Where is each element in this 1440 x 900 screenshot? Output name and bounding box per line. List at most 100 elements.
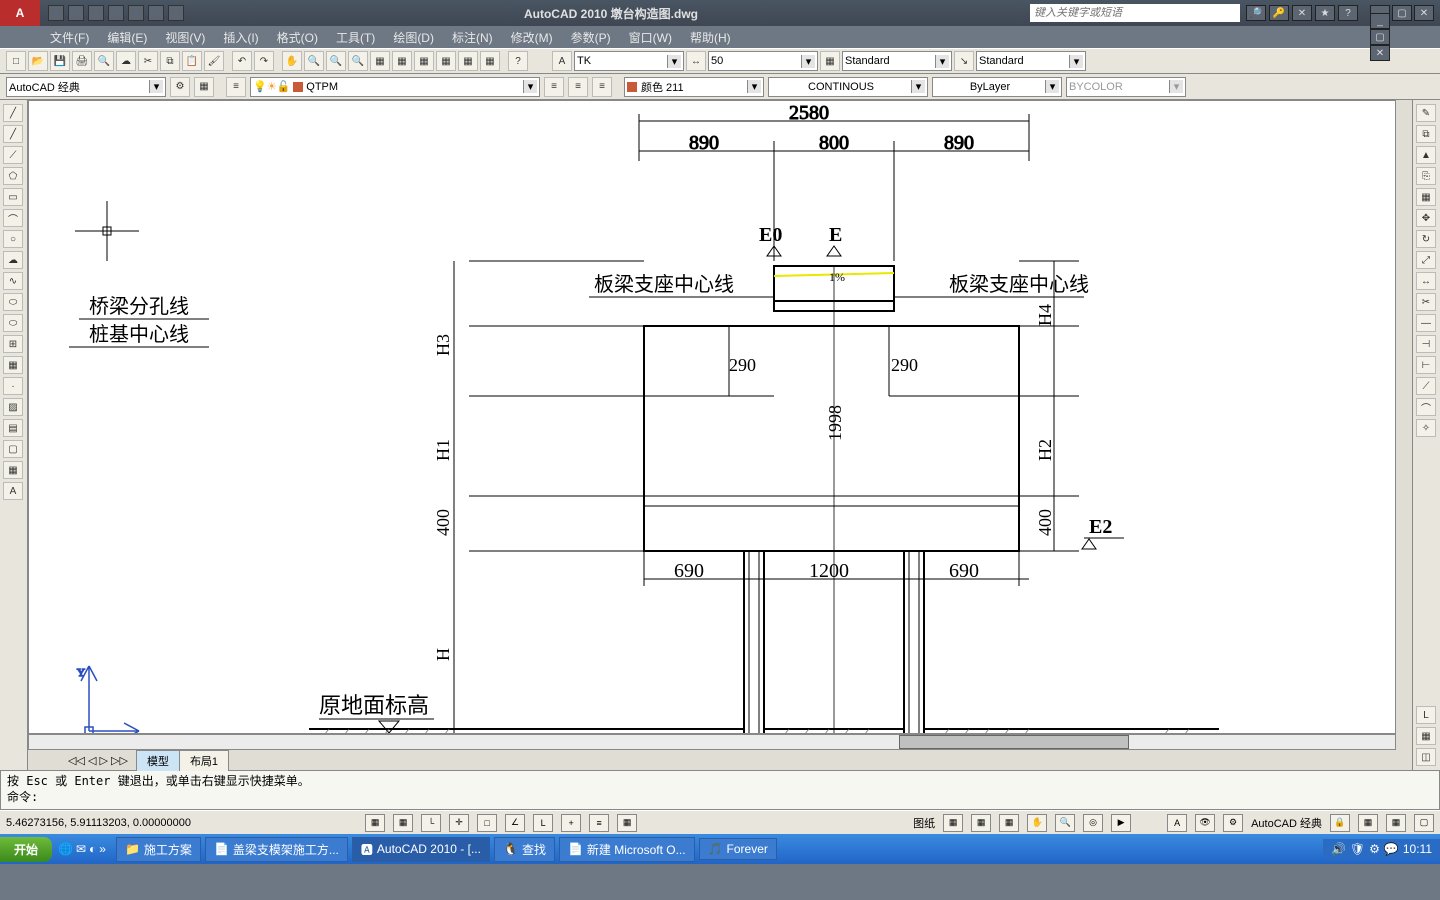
mleaderstyle-icon[interactable]: ↘ — [954, 51, 974, 71]
ortho-toggle[interactable]: └ — [421, 814, 441, 832]
layer-make-icon[interactable]: ≡ — [544, 77, 564, 97]
spline-icon[interactable]: ∿ — [3, 272, 23, 290]
ducs-toggle[interactable]: L — [533, 814, 553, 832]
tab-model[interactable]: 模型 — [136, 750, 180, 771]
ellipsearc-icon[interactable]: ⬭ — [3, 314, 23, 332]
redo-icon[interactable]: ↷ — [254, 51, 274, 71]
menu-insert[interactable]: 插入(I) — [223, 29, 258, 46]
menu-dim[interactable]: 标注(N) — [452, 29, 493, 46]
pan2-icon[interactable]: ✋ — [1027, 814, 1047, 832]
polar-toggle[interactable]: ✛ — [449, 814, 469, 832]
tray-icon[interactable]: ⚙ — [1369, 842, 1380, 856]
search-input[interactable] — [1030, 7, 1240, 19]
join-icon[interactable]: ⊢ — [1416, 356, 1436, 374]
chamfer-icon[interactable]: ⟋ — [1416, 377, 1436, 395]
circle-icon[interactable]: ○ — [3, 230, 23, 248]
ws-label[interactable]: AutoCAD 经典 — [1251, 815, 1322, 831]
new-icon[interactable] — [48, 5, 64, 21]
close-button[interactable]: ✕ — [1414, 5, 1434, 21]
pan-icon[interactable]: ✋ — [282, 51, 302, 71]
zoom2-icon[interactable]: 🔍 — [1055, 814, 1075, 832]
hatch-icon[interactable]: ▨ — [3, 398, 23, 416]
ellipse-icon[interactable]: ⬭ — [3, 293, 23, 311]
doc-restore-button[interactable]: ▢ — [1370, 29, 1390, 45]
linetype-select[interactable]: CONTINOUS▾ — [768, 77, 928, 97]
ql-media-icon[interactable]: ◐ — [89, 842, 96, 856]
save-icon[interactable]: 💾 — [50, 51, 70, 71]
signin-icon[interactable]: 🔑 — [1269, 5, 1289, 21]
offset-icon[interactable]: ⎘ — [1416, 167, 1436, 185]
tablestyle-select[interactable]: Standard▾ — [976, 51, 1086, 71]
drawing-canvas[interactable]: Y X 桥梁分孔线 桩基中心线 原地面标高 — [28, 100, 1396, 734]
ucs-icon[interactable]: L — [1416, 706, 1436, 724]
menu-view[interactable]: 视图(V) — [165, 29, 205, 46]
rect-icon[interactable]: ▭ — [3, 188, 23, 206]
color-select[interactable]: 颜色 211▾ — [624, 77, 764, 97]
explode-icon[interactable]: ✧ — [1416, 419, 1436, 437]
help2-icon[interactable]: ? — [508, 51, 528, 71]
menu-modify[interactable]: 修改(M) — [511, 29, 553, 46]
xline-icon[interactable]: ╱ — [3, 125, 23, 143]
pline-icon[interactable]: ⟋ — [3, 146, 23, 164]
annovis-icon[interactable]: 👁 — [1195, 814, 1215, 832]
lock-icon[interactable]: 🔒 — [1330, 814, 1350, 832]
fillet-icon[interactable]: ⌒ — [1416, 398, 1436, 416]
tray-icon[interactable]: 🔊 — [1331, 842, 1346, 856]
task-item-0[interactable]: 📁施工方案 — [116, 837, 201, 862]
help-icon[interactable]: ? — [1338, 5, 1358, 21]
erase-icon[interactable]: ✎ — [1416, 104, 1436, 122]
showmotion-icon[interactable]: ▶ — [1111, 814, 1131, 832]
undo-icon[interactable]: ↶ — [232, 51, 252, 71]
save-icon[interactable] — [88, 5, 104, 21]
rotate-icon[interactable]: ↻ — [1416, 230, 1436, 248]
menu-help[interactable]: 帮助(H) — [690, 29, 731, 46]
menu-file[interactable]: 文件(F) — [50, 29, 89, 46]
snap-toggle[interactable]: ▦ — [365, 814, 385, 832]
menu-tools[interactable]: 工具(T) — [336, 29, 375, 46]
task-item-2[interactable]: 🅰AutoCAD 2010 - [... — [352, 837, 490, 862]
workspace-select[interactable]: AutoCAD 经典▾ — [6, 77, 166, 97]
properties-icon[interactable]: ▦ — [370, 51, 390, 71]
3d-icon[interactable]: ◫ — [1416, 748, 1436, 766]
wheel-icon[interactable]: ◎ — [1083, 814, 1103, 832]
open-icon[interactable]: 📂 — [28, 51, 48, 71]
ws-gear-icon[interactable]: ⚙ — [1223, 814, 1243, 832]
print-icon[interactable] — [148, 5, 164, 21]
paper-label[interactable]: 图纸 — [913, 815, 935, 831]
revcloud-icon[interactable]: ☁ — [3, 251, 23, 269]
iso-icon[interactable]: ▦ — [1386, 814, 1406, 832]
calc-icon[interactable]: ▦ — [480, 51, 500, 71]
qp-toggle[interactable]: ▦ — [617, 814, 637, 832]
scale-icon[interactable]: ⤢ — [1416, 251, 1436, 269]
doc-close-button[interactable]: ✕ — [1370, 45, 1390, 61]
block-icon[interactable]: ▦ — [3, 356, 23, 374]
qat-dropdown-icon[interactable] — [168, 5, 184, 21]
qv-dwg-icon[interactable]: ▦ — [999, 814, 1019, 832]
grid-toggle[interactable]: ▦ — [393, 814, 413, 832]
hw-icon[interactable]: ▦ — [1358, 814, 1378, 832]
help-search[interactable] — [1030, 4, 1240, 22]
favorite-icon[interactable]: ★ — [1315, 5, 1335, 21]
lwt-toggle[interactable]: ≡ — [589, 814, 609, 832]
clock[interactable]: 10:11 — [1403, 842, 1432, 856]
toolpal-icon[interactable]: ▦ — [414, 51, 434, 71]
hscrollbar[interactable] — [28, 734, 1396, 750]
menu-draw[interactable]: 绘图(D) — [393, 29, 434, 46]
ql-desktop-icon[interactable]: » — [99, 842, 106, 856]
start-button[interactable]: 开始 — [0, 837, 52, 862]
point-icon[interactable]: · — [3, 377, 23, 395]
table-icon[interactable]: ▦ — [3, 461, 23, 479]
move-icon[interactable]: ✥ — [1416, 209, 1436, 227]
textstyle-select[interactable]: TK▾ — [574, 51, 684, 71]
menu-param[interactable]: 参数(P) — [571, 29, 611, 46]
plot-icon[interactable]: 🖨 — [72, 51, 92, 71]
markup-icon[interactable]: ▦ — [458, 51, 478, 71]
zoom-win-icon[interactable]: 🔍 — [326, 51, 346, 71]
textstyle-icon[interactable]: A — [552, 51, 572, 71]
task-item-4[interactable]: 📄新建 Microsoft O... — [559, 837, 695, 862]
annoscale-icon[interactable]: A — [1167, 814, 1187, 832]
style-select[interactable]: Standard▾ — [842, 51, 952, 71]
model-toggle[interactable]: ▦ — [943, 814, 963, 832]
tray-icon[interactable]: 💬 — [1384, 842, 1399, 856]
layer-prev-icon[interactable]: ≡ — [568, 77, 588, 97]
